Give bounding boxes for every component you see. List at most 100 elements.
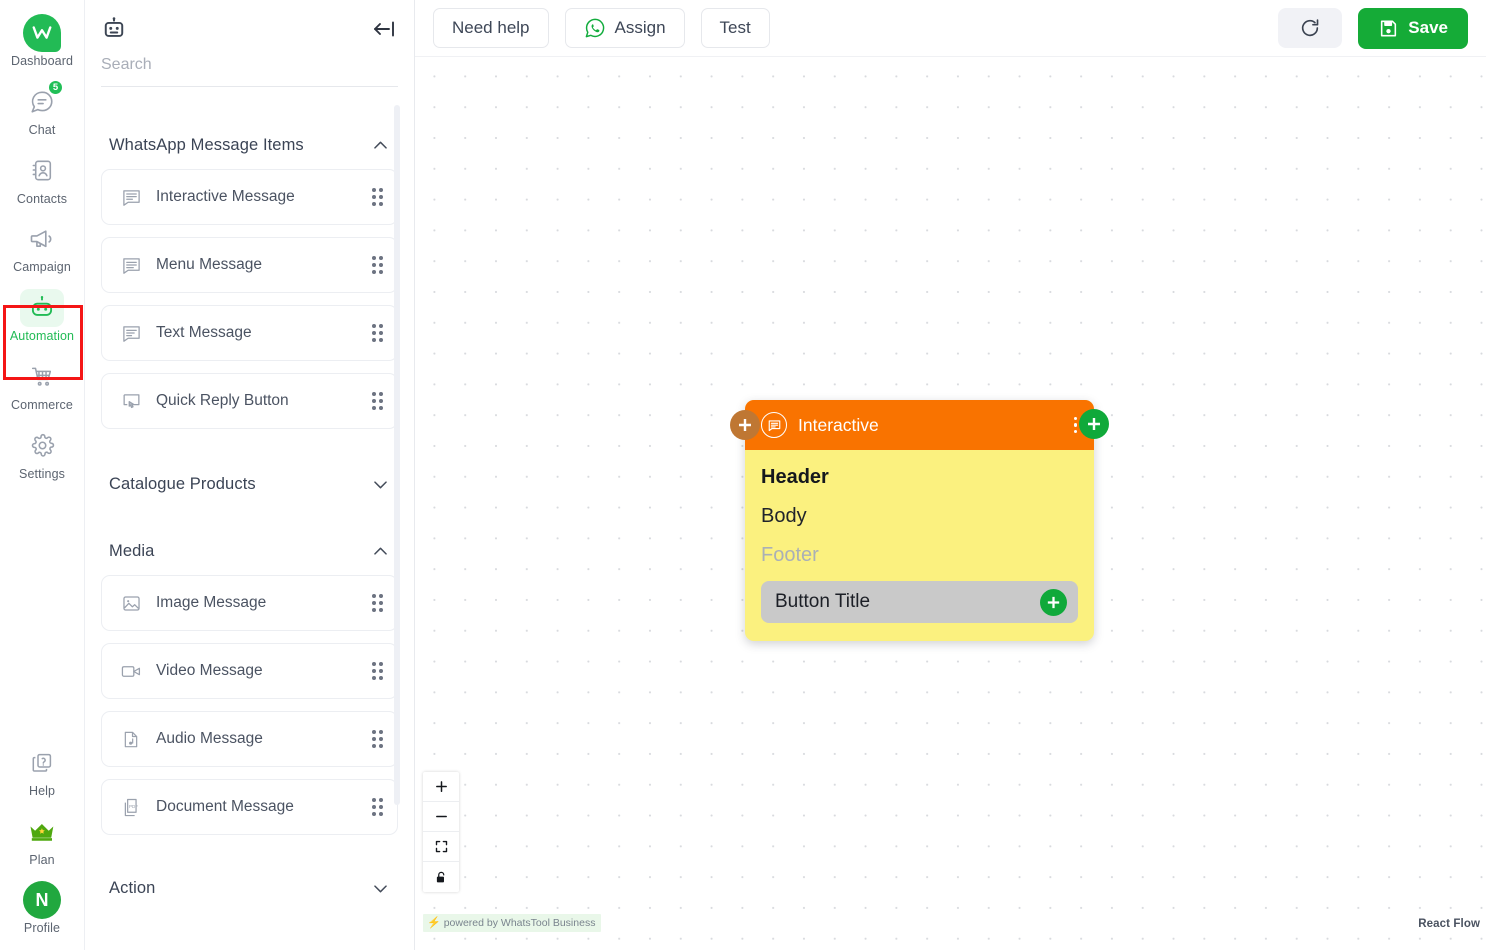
sidebar-item-profile[interactable]: N Profile <box>0 873 85 950</box>
drag-handle-icon[interactable] <box>372 392 383 410</box>
drag-handle-icon[interactable] <box>372 188 383 206</box>
search-input[interactable] <box>101 46 398 87</box>
chevron-up-icon[interactable] <box>371 542 390 561</box>
list-item-document-message[interactable]: PDF Document Message <box>101 779 398 835</box>
megaphone-icon <box>20 220 64 258</box>
node-header[interactable]: Interactive <box>745 400 1094 450</box>
test-button[interactable]: Test <box>700 8 770 48</box>
group-header-catalogue-products[interactable]: Catalogue Products <box>101 441 398 508</box>
sidebar-item-label: Profile <box>23 921 61 936</box>
main-area: Need help Assign Test Save Interactive H… <box>415 0 1486 950</box>
node-button-row[interactable]: Button Title <box>761 581 1078 623</box>
list-item-label: Quick Reply Button <box>156 392 289 409</box>
sidebar-item-label: Settings <box>19 466 65 481</box>
avatar-icon: N <box>20 881 64 920</box>
group-title: WhatsApp Message Items <box>109 136 304 154</box>
sidebar-item-plan[interactable]: Plan <box>0 805 85 874</box>
sidebar-item-help[interactable]: Help <box>0 736 85 805</box>
whatstool-logo-icon <box>20 14 64 52</box>
refresh-button[interactable] <box>1278 8 1343 48</box>
quick-reply-icon <box>120 391 142 412</box>
interactive-message-icon <box>761 412 787 438</box>
chat-unread-badge: 5 <box>48 79 63 95</box>
floppy-disk-icon <box>1378 18 1399 39</box>
sidebar-item-settings[interactable]: Settings <box>0 419 85 488</box>
whatsapp-icon <box>584 17 606 39</box>
node-source-handle-plus-circle-icon[interactable] <box>1079 409 1109 439</box>
collapse-left-icon[interactable] <box>370 17 398 41</box>
zoom-in-button[interactable] <box>423 772 459 802</box>
sidebar-item-label: Chat <box>28 122 56 137</box>
save-button-label: Save <box>1408 18 1448 37</box>
group-title: Catalogue Products <box>109 475 256 493</box>
minus-icon <box>434 809 449 824</box>
drag-handle-icon[interactable] <box>372 798 383 816</box>
list-item-text-message[interactable]: Text Message <box>101 305 398 361</box>
node-header-text[interactable]: Header <box>761 466 1078 489</box>
drag-handle-icon[interactable] <box>372 730 383 748</box>
shopping-cart-icon <box>20 358 64 396</box>
sidebar-item-label: Commerce <box>11 397 73 412</box>
panel-scrollbar[interactable] <box>394 100 400 810</box>
sidebar-item-dashboard[interactable]: Dashboard <box>0 6 85 75</box>
drag-handle-icon[interactable] <box>372 662 383 680</box>
node-footer-text[interactable]: Footer <box>761 544 1078 567</box>
drag-handle-icon[interactable] <box>372 594 383 612</box>
need-help-button[interactable]: Need help <box>433 8 549 48</box>
sidebar-item-label: Campaign <box>13 260 71 275</box>
chat-bubble-icon: 5 <box>20 79 64 121</box>
pdf-document-icon: PDF <box>120 797 142 818</box>
refresh-icon <box>1299 17 1321 39</box>
group-header-action[interactable]: Action <box>101 847 398 912</box>
panel-scroll-area: WhatsApp Message Items Interactive Messa… <box>85 110 414 950</box>
list-item-menu-message[interactable]: Menu Message <box>101 237 398 293</box>
lock-button[interactable] <box>423 862 459 892</box>
chevron-up-icon[interactable] <box>371 136 390 155</box>
panel-header <box>85 0 414 42</box>
node-body-text[interactable]: Body <box>761 505 1078 528</box>
interactive-message-node[interactable]: Interactive Header Body Footer Button Ti… <box>730 400 1109 641</box>
list-item-interactive-message[interactable]: Interactive Message <box>101 169 398 225</box>
react-flow-attribution[interactable]: React Flow <box>1418 918 1480 930</box>
sidebar-item-campaign[interactable]: Campaign <box>0 212 85 281</box>
list-item-label: Text Message <box>156 324 252 341</box>
node-body: Header Body Footer Button Title <box>745 450 1094 641</box>
node-target-handle-plus-circle-icon[interactable] <box>730 410 760 440</box>
list-item-label: Image Message <box>156 594 267 611</box>
node-library-panel: WhatsApp Message Items Interactive Messa… <box>85 0 415 950</box>
sidebar-item-contacts[interactable]: Contacts <box>0 144 85 213</box>
svg-text:PDF: PDF <box>128 804 137 809</box>
drag-handle-icon[interactable] <box>372 324 383 342</box>
list-item-image-message[interactable]: Image Message <box>101 575 398 631</box>
sidebar-item-chat[interactable]: 5 Chat <box>0 75 85 144</box>
save-button[interactable]: Save <box>1358 7 1468 49</box>
drag-handle-icon[interactable] <box>372 256 383 274</box>
group-header-media[interactable]: Media <box>101 508 398 575</box>
sidebar-item-label: Plan <box>29 852 55 867</box>
panel-scrollbar-thumb[interactable] <box>394 105 400 805</box>
list-item-audio-message[interactable]: Audio Message <box>101 711 398 767</box>
whatstool-attribution[interactable]: ⚡ powered by WhatsTool Business <box>423 914 602 932</box>
sidebar-item-commerce[interactable]: Commerce <box>0 350 85 419</box>
node-button-title: Button Title <box>775 591 871 612</box>
chevron-down-icon[interactable] <box>371 879 390 898</box>
flow-canvas[interactable]: Interactive Header Body Footer Button Ti… <box>415 57 1486 950</box>
robot-icon <box>20 289 64 327</box>
node-button-plus-circle-icon[interactable] <box>1040 588 1067 616</box>
assign-button[interactable]: Assign <box>564 8 685 48</box>
flow-controls <box>423 772 459 892</box>
list-item-label: Menu Message <box>156 256 262 273</box>
list-item-video-message[interactable]: Video Message <box>101 643 398 699</box>
group-header-whatsapp-message-items[interactable]: WhatsApp Message Items <box>101 110 398 169</box>
list-item-label: Video Message <box>156 662 263 679</box>
fit-view-icon <box>434 839 449 854</box>
top-toolbar: Need help Assign Test Save <box>415 0 1486 57</box>
group-title: Action <box>109 879 156 897</box>
chevron-down-icon[interactable] <box>371 475 390 494</box>
fit-view-button[interactable] <box>423 832 459 862</box>
zoom-out-button[interactable] <box>423 802 459 832</box>
sidebar-item-automation[interactable]: Automation <box>0 281 85 350</box>
node-title: Interactive <box>798 414 879 435</box>
text-message-icon <box>120 323 142 344</box>
list-item-quick-reply-button[interactable]: Quick Reply Button <box>101 373 398 429</box>
